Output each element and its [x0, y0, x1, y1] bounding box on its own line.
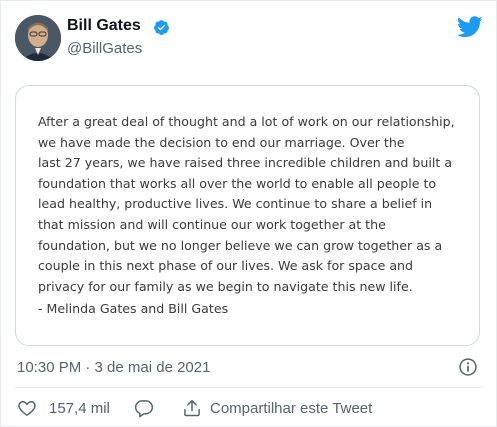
tweet-card: Bill Gates @BillGates After a great deal…: [0, 0, 497, 427]
share-label: Compartilhar este Tweet: [210, 399, 373, 417]
info-icon[interactable]: [458, 357, 478, 377]
verified-badge-icon: [154, 20, 169, 35]
heart-icon: [18, 401, 36, 416]
reply-icon: [134, 400, 154, 418]
avatar-portrait-icon: [15, 15, 61, 61]
tweet-timestamp[interactable]: 10:30 PM · 3 de mai de 2021: [17, 359, 210, 376]
reply-button[interactable]: [134, 397, 154, 419]
twitter-bird-icon[interactable]: [457, 16, 483, 38]
statement-image[interactable]: After a great deal of thought and a lot …: [15, 85, 480, 346]
like-button[interactable]: 157,4 mil: [17, 397, 110, 419]
share-button[interactable]: Compartilhar este Tweet: [182, 397, 372, 419]
statement-body: After a great deal of thought and a lot …: [38, 114, 455, 294]
author-handle[interactable]: @BillGates: [67, 40, 142, 57]
avatar[interactable]: [15, 15, 61, 61]
statement-signature: - Melinda Gates and Bill Gates: [38, 301, 229, 316]
author-name[interactable]: Bill Gates: [67, 17, 141, 35]
divider: [15, 387, 482, 388]
like-count: 157,4 mil: [49, 399, 110, 417]
share-icon: [184, 399, 200, 417]
